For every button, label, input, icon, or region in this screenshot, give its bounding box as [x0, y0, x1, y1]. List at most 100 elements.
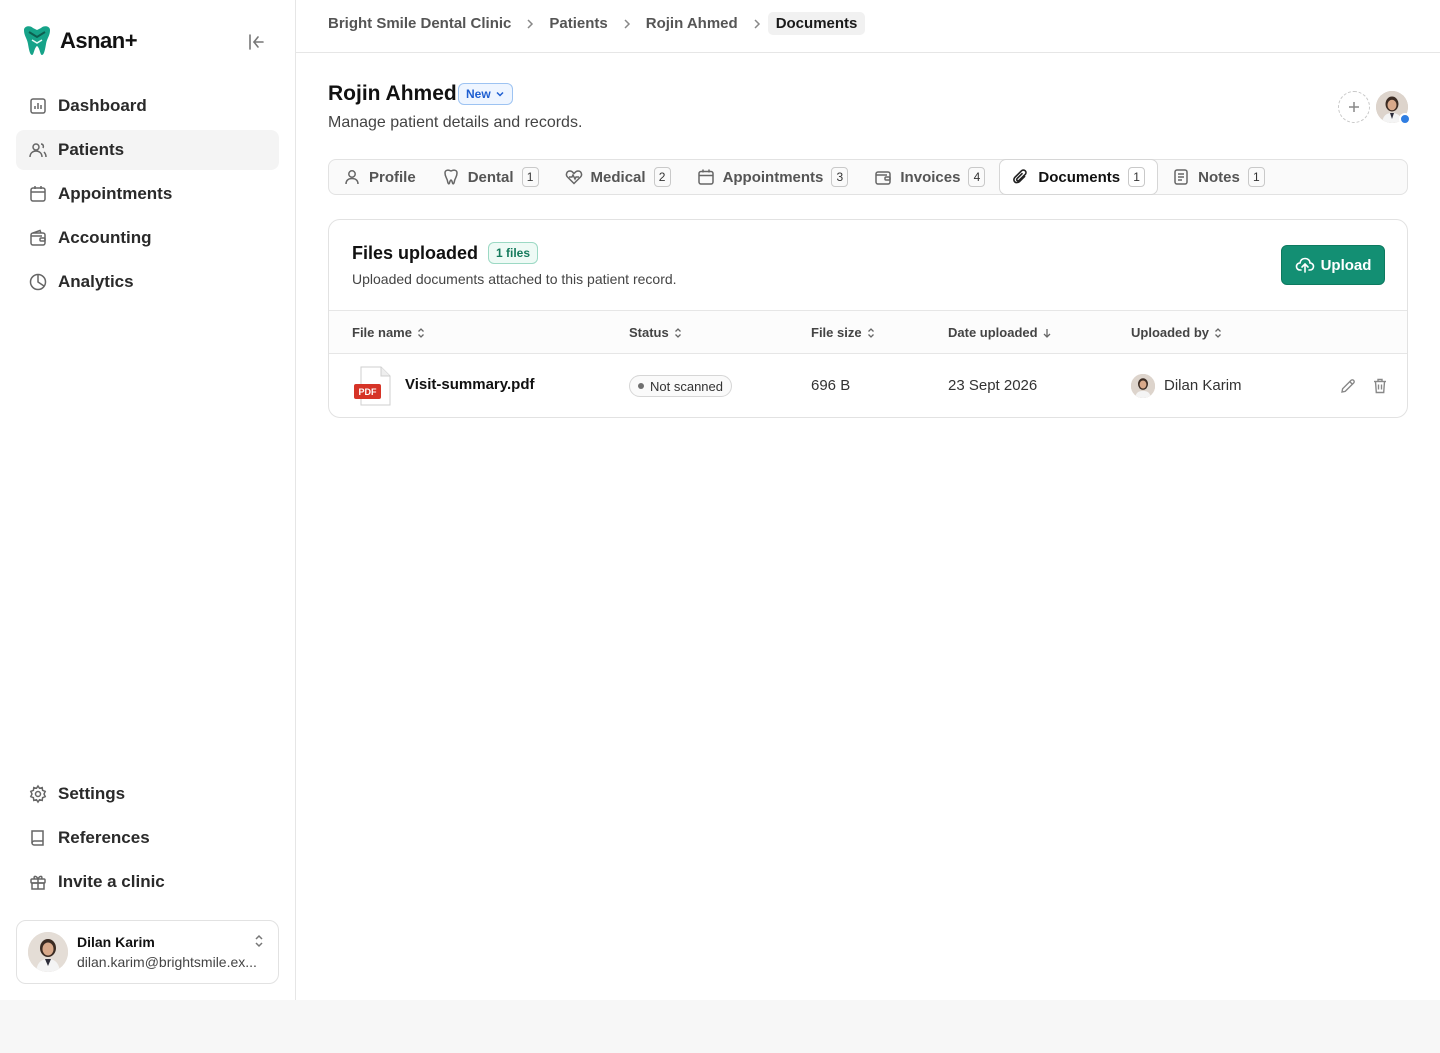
- uploaded-by-name: Dilan Karim: [1164, 377, 1242, 394]
- column-status[interactable]: Status: [629, 325, 683, 340]
- column-file-name[interactable]: File name: [352, 325, 426, 340]
- calendar-icon: [30, 186, 46, 202]
- tab-count-badge: 3: [831, 167, 849, 187]
- main-content: Bright Smile Dental Clinic Patients Roji…: [296, 0, 1440, 1053]
- sidebar-item-label: Settings: [58, 784, 126, 803]
- files-count-badge: 1 files: [488, 242, 539, 264]
- content-panel: [296, 0, 1440, 1000]
- tab-label: Profile: [369, 168, 416, 186]
- sidebar-item-accounting[interactable]: Accounting: [16, 218, 279, 258]
- tab-label: Invoices: [900, 168, 961, 186]
- tab-label: Dental: [467, 168, 514, 186]
- calendar-icon: [697, 169, 714, 185]
- column-file-size[interactable]: File size: [811, 325, 876, 340]
- chevron-right-icon: [622, 18, 632, 30]
- tab-count-badge: 1: [1247, 167, 1265, 187]
- scan-status-label: Not scanned: [650, 378, 723, 394]
- sidebar-item-appointments[interactable]: Appointments: [16, 174, 279, 214]
- sort-icon: [418, 327, 424, 338]
- notes-icon: [1174, 169, 1188, 185]
- chevron-up-down-icon: [255, 934, 263, 948]
- breadcrumb-patient[interactable]: Rojin Ahmed: [646, 15, 738, 32]
- trash-icon: [1374, 378, 1386, 394]
- collapse-icon: [249, 34, 264, 50]
- files-card: Files uploaded 1 files Uploaded document…: [328, 219, 1408, 418]
- user-name: Dilan Karim: [77, 934, 155, 950]
- paperclip-icon: [1013, 169, 1028, 184]
- file-type-badge: PDF: [359, 387, 378, 397]
- gear-icon: [29, 784, 47, 804]
- user-email: dilan.karim@brightsmile.ex...: [77, 954, 257, 970]
- sidebar-item-patients[interactable]: Patients: [16, 130, 279, 170]
- main-nav: Dashboard Patients Appointments Accounti…: [16, 86, 279, 306]
- header: Bright Smile Dental Clinic Patients Roji…: [296, 0, 1440, 53]
- tooth-icon: [443, 169, 458, 185]
- tab-appointments[interactable]: Appointments 3: [685, 160, 861, 194]
- breadcrumb-patients[interactable]: Patients: [549, 15, 607, 32]
- tab-label: Documents: [1038, 168, 1121, 186]
- tab-documents[interactable]: Documents 1: [999, 159, 1159, 195]
- sort-icon: [1215, 327, 1221, 338]
- column-label: Date uploaded: [948, 325, 1038, 340]
- tab-dental[interactable]: Dental 1: [430, 160, 551, 194]
- tab-medical[interactable]: Medical 2: [553, 160, 683, 194]
- tab-count-badge: 1: [521, 167, 539, 187]
- app-name: Asnan+: [60, 28, 138, 53]
- date-uploaded: 23 Sept 2026: [948, 377, 1038, 394]
- brand[interactable]: Asnan+: [20, 24, 138, 58]
- status-label: New: [466, 87, 491, 101]
- user-icon: [345, 170, 359, 185]
- user-menu[interactable]: Dilan Karim dilan.karim@brightsmile.ex..…: [16, 920, 279, 984]
- status-dropdown[interactable]: New: [458, 83, 513, 105]
- collapse-sidebar-button[interactable]: [244, 30, 268, 54]
- pie-chart-icon: [29, 273, 47, 291]
- tab-profile[interactable]: Profile: [331, 160, 428, 194]
- wallet-icon: [875, 171, 892, 185]
- column-uploaded-by[interactable]: Uploaded by: [1131, 325, 1223, 340]
- sidebar-item-dashboard[interactable]: Dashboard: [16, 86, 279, 126]
- tab-invoices[interactable]: Invoices 4: [862, 160, 997, 194]
- sidebar-item-label: Accounting: [58, 228, 152, 247]
- gift-icon: [30, 875, 46, 890]
- pencil-icon: [1341, 379, 1355, 393]
- delete-button[interactable]: [1371, 377, 1389, 395]
- add-collaborator-button[interactable]: [1338, 91, 1370, 123]
- sidebar-item-invite[interactable]: Invite a clinic: [16, 862, 279, 902]
- column-label: File size: [811, 325, 862, 340]
- sidebar-item-label: Dashboard: [58, 96, 147, 115]
- avatar: [28, 932, 68, 972]
- tab-label: Appointments: [722, 168, 824, 186]
- upload-button[interactable]: Upload: [1281, 245, 1385, 285]
- column-label: File name: [352, 325, 412, 340]
- scan-status-badge: Not scanned: [629, 375, 732, 397]
- tab-count-badge: 1: [1128, 167, 1146, 187]
- sidebar-item-label: References: [58, 828, 150, 847]
- sidebar-item-analytics[interactable]: Analytics: [16, 262, 279, 302]
- table-row[interactable]: PDF Visit-summary.pdf Not scanned 696 B …: [329, 354, 1407, 418]
- sort-icon: [674, 327, 681, 338]
- sidebar-item-label: Patients: [58, 140, 125, 159]
- chart-icon: [30, 98, 46, 114]
- secondary-nav: Settings References Invite a clinic: [16, 774, 279, 906]
- sidebar-item-references[interactable]: References: [16, 818, 279, 858]
- sidebar-item-settings[interactable]: Settings: [16, 774, 279, 814]
- breadcrumb-clinic[interactable]: Bright Smile Dental Clinic: [328, 15, 511, 32]
- tab-count-badge: 2: [653, 167, 671, 187]
- chevron-down-icon: [496, 91, 504, 97]
- tab-notes[interactable]: Notes 1: [1160, 160, 1277, 194]
- verified-badge-icon: [1399, 113, 1411, 125]
- heart-pulse-icon: [565, 170, 582, 185]
- assigned-doctor-avatar[interactable]: [1376, 91, 1411, 125]
- file-name[interactable]: Visit-summary.pdf: [405, 376, 534, 393]
- sidebar-item-label: Analytics: [58, 272, 134, 291]
- pdf-file-icon: PDF: [353, 366, 393, 406]
- column-label: Uploaded by: [1131, 325, 1210, 340]
- breadcrumb: Bright Smile Dental Clinic Patients Roji…: [328, 12, 866, 35]
- edit-button[interactable]: [1339, 377, 1357, 395]
- users-icon: [29, 143, 47, 158]
- tooth-logo-icon: [24, 26, 50, 55]
- page-subtitle: Manage patient details and records.: [328, 114, 583, 131]
- cloud-upload-icon: [1295, 257, 1314, 273]
- sort-icon: [867, 327, 874, 338]
- column-date-uploaded[interactable]: Date uploaded: [948, 325, 1052, 340]
